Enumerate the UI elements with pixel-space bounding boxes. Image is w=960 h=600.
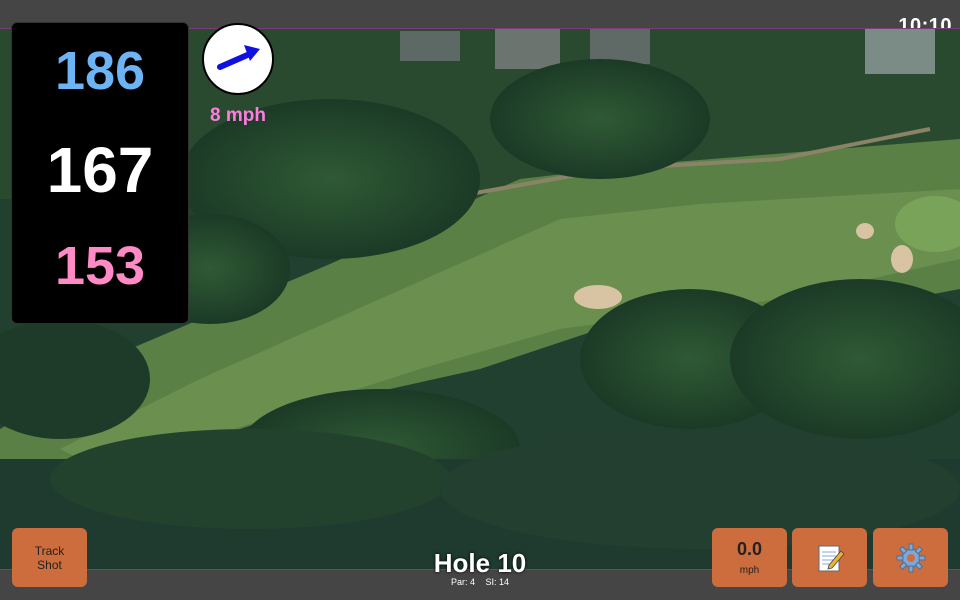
middle-yardage: 167 [46, 134, 154, 206]
speed-value: 0.0 [736, 539, 763, 559]
gear-icon [896, 543, 925, 572]
track-shot-label-2: Shot [37, 557, 62, 572]
track-shot-label-1: Track [34, 543, 65, 558]
notes-button[interactable] [792, 528, 867, 587]
speed-button[interactable]: 0.0 mph [712, 528, 787, 587]
notepad-icon [818, 545, 845, 571]
wind-direction-dial [202, 23, 274, 95]
wind-arrow-icon [217, 45, 260, 70]
hole-par: Par: 4 [450, 577, 475, 587]
yardage-panel: 186 167 153 [11, 22, 189, 324]
hole-meta: Par: 4 SI: 14 [380, 577, 580, 587]
track-shot-button[interactable]: Track Shot [12, 528, 87, 587]
wind-speed: 8 mph [210, 105, 266, 126]
hole-title: Hole 10 [433, 548, 527, 578]
front-yardage: 153 [54, 236, 146, 296]
settings-button[interactable] [873, 528, 948, 587]
hole-stroke-index: SI: 14 [485, 577, 510, 587]
back-yardage: 186 [54, 41, 146, 101]
speed-unit: mph [739, 565, 760, 576]
